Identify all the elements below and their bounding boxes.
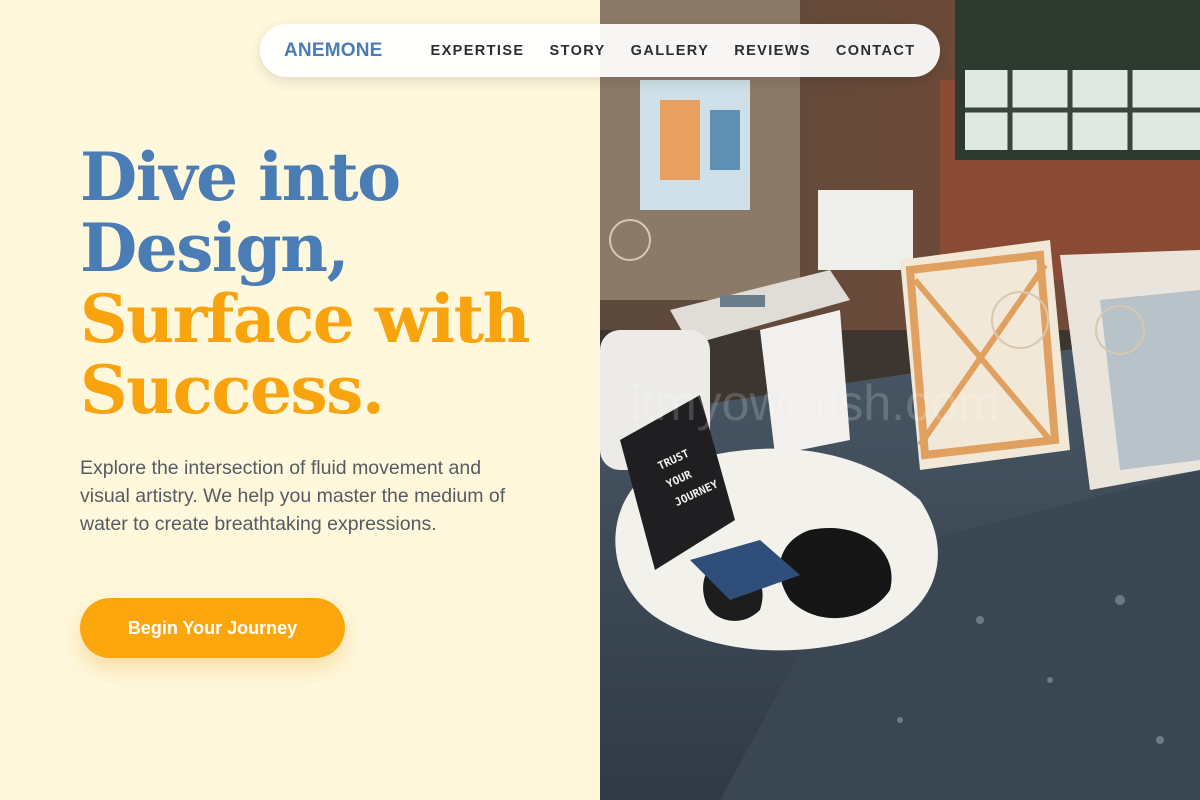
nav-link-story[interactable]: STORY	[550, 43, 606, 59]
nav-link-gallery[interactable]: GALLERY	[631, 43, 710, 59]
brand-logo[interactable]: ANEMONE	[284, 40, 383, 62]
hero-description: Explore the intersection of fluid moveme…	[80, 457, 506, 535]
hero-title-line-4: Success.	[80, 351, 385, 429]
art-studio-photo: TRUST YOUR JOURNEY itmyownfish.com	[600, 0, 1200, 800]
begin-journey-button[interactable]: Begin Your Journey	[80, 598, 345, 658]
nav-link-reviews[interactable]: REVIEWS	[734, 43, 811, 59]
hero-image: TRUST YOUR JOURNEY itmyownfish.com	[600, 0, 1200, 800]
hero-section: Dive into Design, Surface with Success. …	[0, 0, 600, 800]
nav-links: EXPERTISE STORY GALLERY REVIEWS CONTACT	[431, 43, 916, 59]
watermark-text: itmyownfish.com	[630, 375, 1000, 431]
page: Dive into Design, Surface with Success. …	[0, 0, 1200, 800]
hero-title-line-2: Design,	[80, 209, 350, 287]
nav-link-contact[interactable]: CONTACT	[836, 43, 916, 59]
hero-title: Dive into Design, Surface with Success.	[80, 138, 531, 429]
hero-title-line-3: Surface with	[80, 280, 531, 358]
hero-title-line-1: Dive into	[80, 138, 401, 216]
top-navigation: ANEMONE EXPERTISE STORY GALLERY REVIEWS …	[260, 24, 940, 77]
nav-link-expertise[interactable]: EXPERTISE	[431, 43, 525, 59]
